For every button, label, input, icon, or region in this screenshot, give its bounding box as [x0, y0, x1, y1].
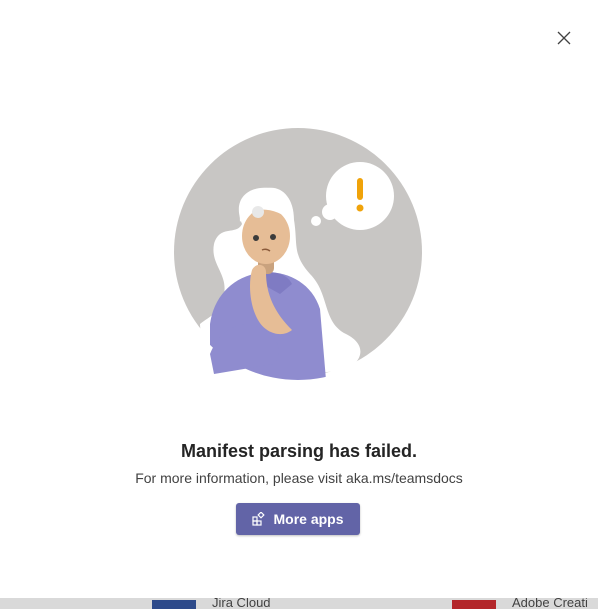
error-title: Manifest parsing has failed.: [180, 441, 418, 461]
apps-add-icon: [252, 512, 266, 526]
error-dialog: Manifest parsing has failed. For more in…: [0, 0, 598, 598]
more-apps-label: More apps: [273, 511, 344, 527]
background-app-list: Jira Cloud Adobe Creati: [0, 598, 598, 609]
error-illustration: [174, 128, 422, 380]
error-message: For more information, please visit aka.m…: [135, 470, 463, 486]
app-tile-icon: [452, 600, 496, 609]
background-app-item: Adobe Creati: [452, 598, 588, 609]
background-app-item: Jira Cloud: [152, 598, 271, 609]
close-button[interactable]: [552, 26, 576, 50]
background-app-name: Adobe Creati: [512, 598, 588, 609]
background-app-name: Jira Cloud: [212, 598, 271, 609]
close-icon: [557, 31, 571, 45]
app-tile-icon: [152, 600, 196, 609]
more-apps-button[interactable]: More apps: [236, 503, 360, 535]
